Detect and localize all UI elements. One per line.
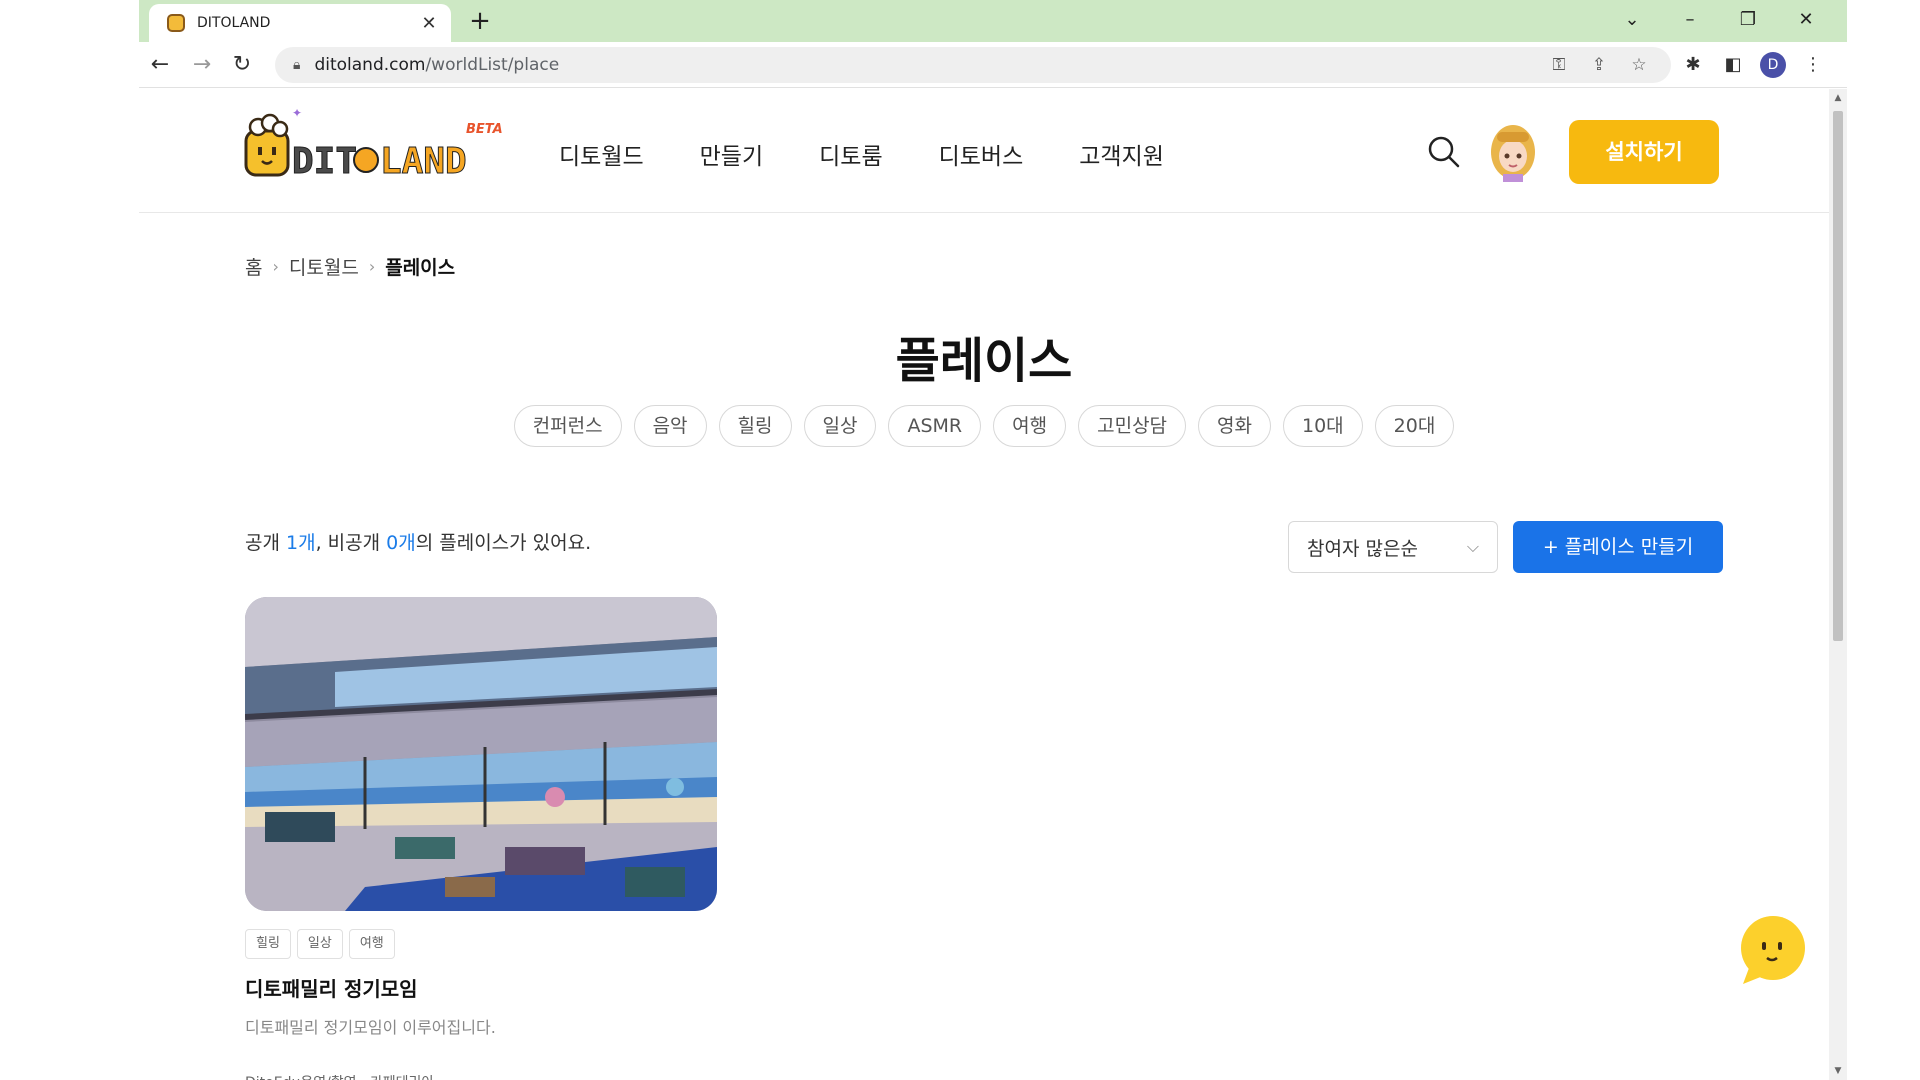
chip-travel[interactable]: 여행 [993,405,1067,447]
private-count: 0개 [386,532,416,554]
place-card[interactable]: 힐링 일상 여행 디토패밀리 정기모임 디토패밀리 정기모임이 이루어집니다. … [244,597,718,1080]
bookmark-star-icon[interactable]: ☆ [1619,55,1659,75]
chip-movie[interactable]: 영화 [1198,405,1271,447]
public-count: 1개 [286,532,316,554]
web-page: ✦ DIT LAND BETA 디토월드 만들기 디토룸 디토버스 고객지원 설… [139,89,1829,1080]
extensions-puzzle-icon[interactable]: ✱ [1673,48,1713,82]
chip-daily[interactable]: 일상 [803,405,877,447]
close-window-button[interactable]: ✕ [1777,4,1835,36]
site-header: ✦ DIT LAND BETA 디토월드 만들기 디토룸 디토버스 고객지원 설… [139,89,1829,213]
breadcrumb-current: 플레이스 [385,257,456,279]
chip-counseling[interactable]: 고민상담 [1078,405,1187,447]
svg-text:LAND: LAND [380,141,467,182]
tab-strip: DITOLAND ✕ + ⌄ – ❐ ✕ [139,0,1847,42]
page-title: 플레이스 [895,333,1073,389]
nav-ditoverse[interactable]: 디토버스 [939,137,1024,171]
url-path: /worldList/place [425,55,560,75]
profile-avatar[interactable]: D [1760,52,1786,78]
breadcrumb-home[interactable]: 홈 [245,253,262,280]
browser-tab[interactable]: DITOLAND ✕ [149,4,451,42]
browser-toolbar: ← → ↻ 🔒︎ ditoland.com/worldList/place ⚿ … [139,42,1847,88]
card-meta: DitoEdu운영/촬영 · 카페테리아 [245,1072,717,1080]
logo-beta: BETA [466,122,503,137]
count-prefix: 공개 [245,532,286,554]
address-bar[interactable]: 🔒︎ ditoland.com/worldList/place ⚿ ⇪ ☆ [275,47,1671,83]
chip-conference[interactable]: 컨퍼런스 [513,405,622,447]
key-icon[interactable]: ⚿ [1539,55,1579,75]
sort-selected-value: 참여자 많은순 [1307,537,1418,560]
chip-asmr[interactable]: ASMR [888,405,982,447]
page-scrollbar[interactable]: ▲ ▼ [1829,89,1847,1080]
url-host: ditoland.com [314,55,426,75]
nav-ditoroom[interactable]: 디토룸 [819,137,882,171]
forward-arrow-icon[interactable]: → [185,48,219,82]
place-thumbnail[interactable] [244,597,718,911]
window-controls: ⌄ – ❐ ✕ [1603,4,1835,36]
browser-window: DITOLAND ✕ + ⌄ – ❐ ✕ ← → ↻ 🔒︎ ditoland.c… [139,0,1847,1080]
breadcrumb-ditoworld[interactable]: 디토월드 [289,253,359,280]
main-nav: 디토월드 만들기 디토룸 디토버스 고객지원 [559,137,1220,171]
install-button[interactable]: 설치하기 [1569,120,1719,184]
user-avatar[interactable] [1489,124,1537,182]
category-chips: 컨퍼런스 음악 힐링 일상 ASMR 여행 고민상담 영화 10대 20대 [139,405,1829,447]
card-tags: 힐링 일상 여행 [245,929,717,959]
card-tag: 힐링 [245,929,291,959]
ditoland-logo[interactable]: ✦ DIT LAND BETA [244,109,504,189]
tab-title: DITOLAND [197,15,271,31]
card-title[interactable]: 디토패밀리 정기모임 [245,973,717,1002]
svg-text:✦: ✦ [292,109,302,120]
count-mid: , 비공개 [315,532,387,554]
create-place-button[interactable]: + 플레이스 만들기 [1513,521,1723,573]
share-icon[interactable]: ⇪ [1579,55,1619,75]
chip-teens[interactable]: 10대 [1283,405,1363,447]
chat-bot-icon[interactable] [1739,916,1807,988]
count-suffix: 의 플레이스가 있어요. [415,532,592,554]
search-icon[interactable] [1426,134,1462,170]
chevron-down-icon: ⌵ [1466,537,1479,556]
side-panel-icon[interactable]: ◧ [1713,48,1753,82]
scroll-thumb[interactable] [1833,111,1843,641]
place-count-text: 공개 1개, 비공개 0개의 플레이스가 있어요. [245,528,591,555]
nav-create[interactable]: 만들기 [700,137,763,171]
more-menu-icon[interactable]: ⋮ [1793,48,1833,82]
chip-twenties[interactable]: 20대 [1374,405,1455,447]
minimize-button[interactable]: – [1661,4,1719,36]
new-tab-button[interactable]: + [465,6,495,36]
svg-text:DIT: DIT [292,141,357,182]
tab-search-icon[interactable]: ⌄ [1603,4,1661,36]
nav-ditoworld[interactable]: 디토월드 [559,137,644,171]
chip-healing[interactable]: 힐링 [718,405,792,447]
nav-support[interactable]: 고객지원 [1079,137,1164,171]
chevron-right-icon: › [272,257,279,276]
chip-music[interactable]: 음악 [633,405,707,447]
lock-icon: 🔒︎ [293,57,301,73]
scroll-down-icon[interactable]: ▼ [1829,1066,1847,1076]
breadcrumb: 홈 › 디토월드 › 플레이스 [245,253,455,280]
chevron-right-icon: › [368,257,376,276]
sort-dropdown[interactable]: 참여자 많은순 ⌵ [1288,521,1498,573]
card-description: 디토패밀리 정기모임이 이루어집니다. [245,1018,496,1037]
url-text[interactable]: ditoland.com/worldList/place [314,55,1539,75]
ditoland-favicon-icon [167,14,185,32]
card-tag: 일상 [296,929,343,959]
back-arrow-icon[interactable]: ← [143,48,177,82]
card-tag: 여행 [348,929,395,959]
restore-button[interactable]: ❐ [1719,4,1777,36]
reload-icon[interactable]: ↻ [225,48,259,82]
tab-close-icon[interactable]: ✕ [417,13,441,34]
scroll-up-icon[interactable]: ▲ [1829,93,1847,103]
